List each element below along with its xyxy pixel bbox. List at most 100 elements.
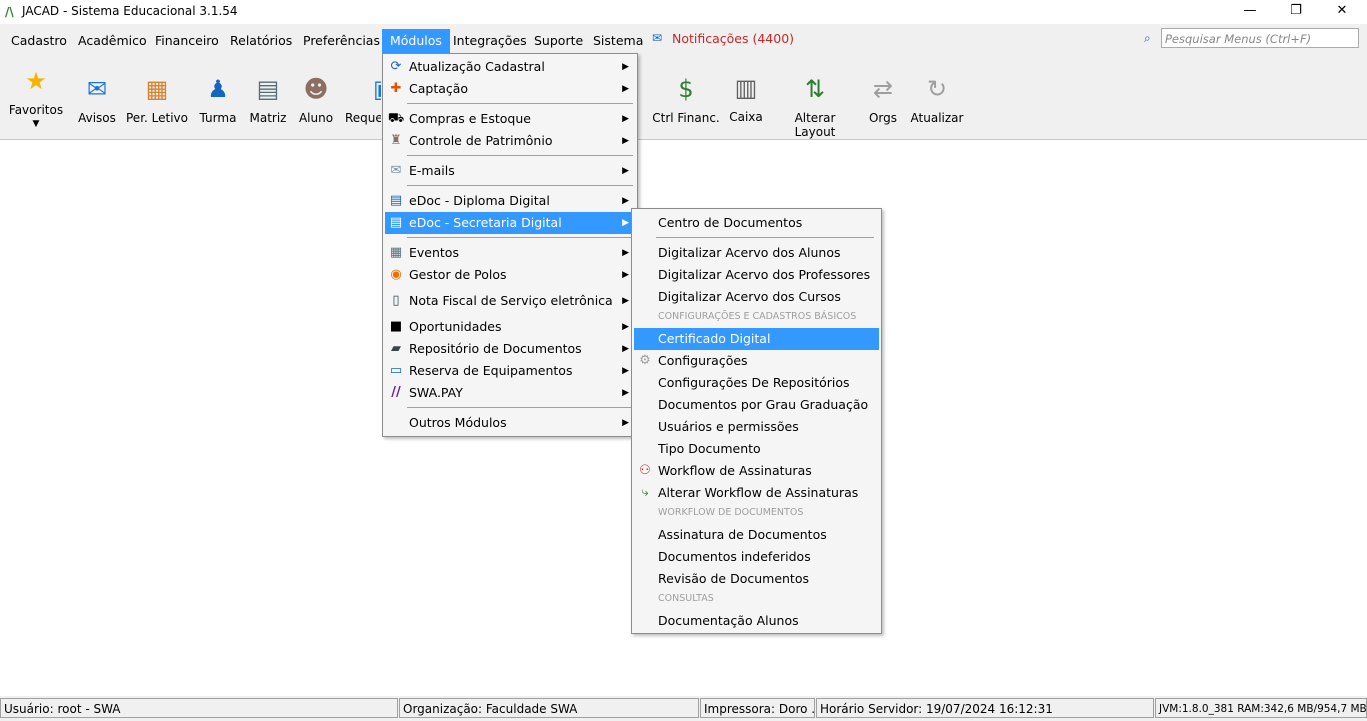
submenu-arrow-icon: ▶ [622, 388, 629, 398]
submenu-digitalizar-alunos[interactable]: Digitalizar Acervo dos Alunos [634, 242, 879, 264]
submenu-arrow-icon: ▶ [622, 344, 629, 354]
menu-item-reserva-equipamentos[interactable]: ▭ Reserva de Equipamentos ▶ [385, 360, 635, 382]
menu-item-swa-pay[interactable]: // SWA.PAY ▶ [385, 382, 635, 404]
menu-item-atualizacao-cadastral[interactable]: ⟳ Atualização Cadastral ▶ [385, 56, 635, 78]
menu-item-repositorio-documentos[interactable]: ▰ Repositório de Documentos ▶ [385, 338, 635, 360]
submenu-documentacao-alunos[interactable]: Documentação Alunos [634, 610, 879, 632]
submenu-arrow-icon: ▶ [622, 218, 629, 228]
calendar-icon: ▦ [389, 245, 403, 260]
submenu-usuarios-permissoes[interactable]: Usuários e permissões [634, 416, 879, 438]
section-workflow-label: WORKFLOW DE DOCUMENTOS [658, 507, 804, 518]
status-horario: Horário Servidor: 19/07/2024 16:12:31 [816, 698, 1154, 718]
toolbar: ★ Favoritos ▼ ✉ Avisos ▦ Per. Letivo ♟ T… [0, 55, 1367, 140]
per-letivo-button[interactable]: ▦ Per. Letivo [126, 73, 188, 125]
menu-separator [407, 407, 633, 408]
orgs-label: Orgs [868, 111, 898, 125]
menu-item-eventos[interactable]: ▦ Eventos ▶ [385, 242, 635, 264]
submenu-centro-documentos[interactable]: Centro de Documentos [634, 212, 879, 234]
menu-item-edoc-diploma[interactable]: ▤ eDoc - Diploma Digital ▶ [385, 190, 635, 212]
matriz-button[interactable]: ▤ Matriz [246, 73, 290, 125]
document-repository-icon: ▰ [391, 341, 401, 356]
menu-integracoes[interactable]: Integrações [448, 31, 532, 51]
favoritos-button[interactable]: ★ Favoritos ▼ [8, 65, 64, 129]
menu-financeiro[interactable]: Financeiro [150, 31, 224, 51]
submenu-tipo-documento[interactable]: Tipo Documento [634, 438, 879, 460]
menu-relatorios[interactable]: Relatórios [225, 31, 297, 51]
submenu-revisao-documentos[interactable]: Revisão de Documentos [634, 568, 879, 590]
menu-cadastro[interactable]: Cadastro [6, 31, 72, 51]
status-bar: Usuário: root - SWA Organização: Faculda… [0, 697, 1367, 721]
submenu-workflow-assinaturas[interactable]: ⚇ Workflow de Assinaturas [634, 460, 879, 482]
submenu-digitalizar-professores[interactable]: Digitalizar Acervo dos Professores [634, 264, 879, 286]
ctrl-financ-button[interactable]: $ Ctrl Financ. [652, 73, 720, 125]
menu-suporte[interactable]: Suporte [529, 31, 588, 51]
menu-separator [407, 237, 633, 238]
submenu-arrow-icon: ▶ [622, 270, 629, 280]
alterar-layout-label: Alterar Layout [794, 111, 836, 139]
menu-sistema[interactable]: Sistema [588, 31, 648, 51]
menu-separator [407, 185, 633, 186]
requerimento-button[interactable]: ▣ Reque [345, 73, 381, 125]
submenu-alterar-workflow[interactable]: ⤷ Alterar Workflow de Assinaturas [634, 482, 879, 504]
cart-icon: ⛟ [387, 111, 405, 126]
refresh-user-icon: ⟳ [390, 59, 402, 74]
menu-item-oportunidades[interactable]: ■ Oportunidades ▶ [385, 316, 635, 338]
submenu-config-repositorios[interactable]: Configurações De Repositórios [634, 372, 879, 394]
restore-button[interactable]: ❐ [1273, 0, 1319, 24]
atualizar-label: Atualizar [910, 111, 964, 125]
close-button[interactable]: ✕ [1319, 0, 1365, 24]
submenu-assinatura-documentos[interactable]: Assinatura de Documentos [634, 524, 879, 546]
caixa-button[interactable]: ▥ Caixa [726, 72, 766, 124]
menu-item-emails[interactable]: ✉ E-mails ▶ [385, 160, 635, 182]
cash-register-icon: ▥ [734, 74, 758, 102]
diploma-document-icon: ▤ [389, 193, 403, 208]
money-hand-icon: $ [678, 75, 694, 103]
per-letivo-label: Per. Letivo [126, 111, 188, 125]
submenu-documentos-indeferidos[interactable]: Documentos indeferidos [634, 546, 879, 568]
submenu-configuracoes[interactable]: ⚙ Configurações [634, 350, 879, 372]
menu-item-captacao[interactable]: ✚ Captação ▶ [385, 78, 635, 100]
submenu-arrow-icon: ▶ [622, 196, 629, 206]
modulos-dropdown: ⟳ Atualização Cadastral ▶ ✚ Captação ▶ ⛟ C… [382, 53, 638, 437]
cv-icon: ■ [389, 319, 403, 334]
submenu-arrow-icon: ▶ [622, 366, 629, 376]
alterar-layout-button[interactable]: ⇅ Alterar Layout [775, 73, 855, 139]
avisos-button[interactable]: ✉ Avisos [72, 73, 122, 125]
menu-item-gestor-polos[interactable]: ◉ Gestor de Polos ▶ [385, 264, 635, 286]
menu-preferencias[interactable]: Preferências [298, 31, 385, 51]
menu-item-nota-fiscal[interactable]: ▯ Nota Fiscal de Serviço eletrônica ▶ [385, 290, 635, 312]
status-usuario: Usuário: root - SWA [0, 698, 398, 718]
workflow-people-icon: ⚇ [639, 463, 651, 478]
avisos-label: Avisos [78, 111, 116, 125]
email-icon: ✉ [390, 163, 402, 178]
menu-academico[interactable]: Acadêmico [73, 31, 152, 51]
favoritos-label: Favoritos [8, 103, 64, 117]
menu-item-controle-patrimonio[interactable]: ♜ Controle de Patrimônio ▶ [385, 130, 635, 152]
workflow-edit-icon: ⤷ [641, 485, 649, 500]
menu-modulos[interactable]: Módulos [382, 29, 450, 53]
submenu-docs-grau[interactable]: Documentos por Grau Graduação [634, 394, 879, 416]
status-organizacao: Organização: Faculdade SWA [399, 698, 699, 718]
submenu-certificado-digital[interactable]: Certificado Digital [634, 328, 879, 350]
aluno-button[interactable]: ☻ Aluno [296, 73, 336, 125]
menu-item-outros-modulos[interactable]: Outros Módulos ▶ [385, 412, 635, 434]
menu-item-compras-estoque[interactable]: ⛟ Compras e Estoque ▶ [385, 108, 635, 130]
submenu-digitalizar-cursos[interactable]: Digitalizar Acervo dos Cursos [634, 286, 879, 308]
minimize-button[interactable]: — [1227, 0, 1273, 24]
turma-button[interactable]: ♟ Turma [196, 73, 240, 125]
gear-icon: ⚙ [639, 353, 651, 368]
notification-icon[interactable]: ✉ [652, 31, 662, 45]
ctrl-financ-label: Ctrl Financ. [652, 111, 720, 125]
matrix-document-icon: ▤ [256, 75, 280, 103]
submenu-arrow-icon: ▶ [622, 114, 629, 124]
notifications-link[interactable]: Notificações (4400) [672, 31, 794, 46]
submenu-arrow-icon: ▶ [622, 166, 629, 176]
swa-pay-icon: // [391, 385, 401, 400]
turma-label: Turma [199, 111, 237, 125]
orgs-button[interactable]: ⇄ Orgs [864, 73, 902, 125]
search-input[interactable]: Pesquisar Menus (Ctrl+F) [1161, 28, 1359, 48]
status-jvm: JVM:1.8.0_381 RAM:342,6 MB/954,7 MB [1155, 698, 1367, 718]
window-title: JACAD - Sistema Educacional 3.1.54 [22, 4, 238, 18]
menu-item-edoc-secretaria[interactable]: ▤ eDoc - Secretaria Digital ▶ [385, 212, 635, 234]
atualizar-button[interactable]: ↻ Atualizar [910, 73, 964, 125]
